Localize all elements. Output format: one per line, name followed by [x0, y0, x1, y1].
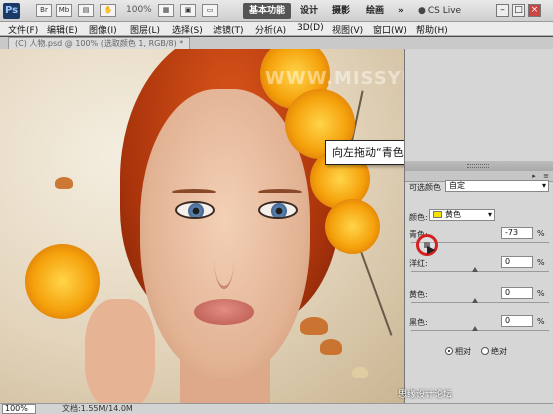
status-bar: 100% 文档:1.55M/14.0M	[0, 403, 553, 414]
colors-label: 颜色:	[409, 213, 428, 222]
photoshop-logo: Ps	[3, 3, 20, 19]
rose-flower	[25, 244, 100, 319]
black-slider-thumb[interactable]	[472, 326, 478, 331]
left-iris	[188, 203, 204, 217]
magenta-value-input[interactable]: 0	[501, 256, 533, 268]
preset-label: 可选颜色	[409, 183, 441, 192]
menu-filter[interactable]: 滤镜(T)	[213, 23, 244, 36]
black-percent: %	[537, 317, 545, 326]
right-eyebrow	[258, 189, 302, 195]
watermark: WWW.MISSYUAN.NET	[265, 68, 404, 89]
magenta-slider-thumb[interactable]	[472, 267, 478, 272]
butterfly	[352, 367, 368, 378]
menu-window[interactable]: 窗口(W)	[373, 23, 407, 36]
workspace-painting[interactable]: 绘画	[360, 3, 390, 19]
menu-bar: 文件(F) 编辑(E) 图像(I) 图层(L) 选择(S) 滤镜(T) 分析(A…	[0, 22, 553, 36]
arrange-documents-icon[interactable]: ▣	[180, 4, 196, 17]
panel-menu-icon[interactable]: ▸	[529, 172, 539, 180]
mini-bridge-button[interactable]: Mb	[56, 4, 72, 17]
absolute-radio-dot	[481, 347, 489, 355]
lips	[194, 299, 254, 325]
relative-radio[interactable]: 相对	[445, 346, 471, 357]
document-tab[interactable]: (C) 人物.psd @ 100% (选取颜色 1, RGB/8) *	[8, 37, 191, 49]
rose-flower	[325, 199, 380, 254]
butterfly	[55, 177, 73, 189]
right-eye	[258, 201, 298, 219]
image-canvas[interactable]: WWW.MISSYUAN.NET	[0, 49, 404, 403]
left-eye	[175, 201, 215, 219]
magenta-label: 洋红:	[409, 259, 428, 268]
view-extras-icon[interactable]: ▦	[158, 4, 174, 17]
yellow-swatch-icon	[433, 211, 442, 218]
yellow-value-input[interactable]: 0	[501, 287, 533, 299]
menu-layer[interactable]: 图层(L)	[130, 23, 160, 36]
workspace-essentials[interactable]: 基本功能	[243, 3, 292, 19]
status-zoom-input[interactable]: 100%	[2, 404, 36, 414]
workspace-photography[interactable]: 摄影	[326, 3, 356, 19]
magenta-percent: %	[537, 258, 545, 267]
cyan-value-input[interactable]: -73	[501, 227, 533, 239]
colors-value: 黄色	[445, 210, 461, 219]
black-label: 黑色:	[409, 318, 428, 327]
nose	[214, 229, 234, 289]
close-icon[interactable]: ×	[528, 4, 541, 17]
workspace-more[interactable]: »	[392, 3, 410, 19]
menu-edit[interactable]: 编辑(E)	[47, 23, 78, 36]
hand-tool-icon[interactable]: ✋	[100, 4, 116, 17]
menu-select[interactable]: 选择(S)	[172, 23, 203, 36]
cyan-percent: %	[537, 229, 545, 238]
adjustments-panel: ▸ ≡ 可选颜色 自定 颜色: 黄色 青色: -73 % 洋红: 0 % 黄色:…	[404, 49, 553, 403]
extras-menu-icon[interactable]: ▤	[78, 4, 94, 17]
butterfly	[300, 317, 328, 335]
maximize-icon[interactable]: □	[512, 4, 525, 17]
relative-radio-dot	[445, 347, 453, 355]
workspace-design[interactable]: 设计	[294, 3, 324, 19]
zoom-level[interactable]: 100%	[126, 5, 152, 15]
butterfly	[320, 339, 342, 355]
cs-live-button[interactable]: CS Live	[418, 3, 461, 19]
panel-collapse-strip[interactable]	[405, 161, 553, 171]
absolute-radio-label: 绝对	[491, 347, 507, 356]
menu-view[interactable]: 视图(V)	[332, 23, 363, 36]
preset-dropdown[interactable]: 自定	[445, 180, 549, 192]
mouse-pointer-icon: ▶	[427, 243, 436, 256]
menu-3d[interactable]: 3D(D)	[297, 23, 324, 33]
colors-dropdown[interactable]: 黄色	[429, 209, 495, 221]
black-value-input[interactable]: 0	[501, 315, 533, 327]
menu-file[interactable]: 文件(F)	[8, 23, 38, 36]
screen-mode-icon[interactable]: ▭	[202, 4, 218, 17]
menu-image[interactable]: 图像(I)	[89, 23, 117, 36]
yellow-label: 黄色:	[409, 290, 428, 299]
document-tab-bar: (C) 人物.psd @ 100% (选取颜色 1, RGB/8) *	[0, 37, 553, 49]
yellow-slider-thumb[interactable]	[472, 298, 478, 303]
minimize-icon[interactable]: –	[496, 4, 509, 17]
grip-icon	[467, 164, 489, 168]
bridge-button[interactable]: Br	[36, 4, 52, 17]
menu-help[interactable]: 帮助(H)	[416, 23, 448, 36]
right-iris	[271, 203, 287, 217]
black-slider-track[interactable]	[411, 330, 549, 331]
magenta-slider-track[interactable]	[411, 271, 549, 272]
relative-radio-label: 相对	[455, 347, 471, 356]
menu-analysis[interactable]: 分析(A)	[255, 23, 286, 36]
absolute-radio[interactable]: 绝对	[481, 346, 507, 357]
hand	[85, 299, 155, 403]
panel-options-icon[interactable]: ≡	[541, 172, 551, 180]
application-bar: Ps Br Mb ▤ ✋ 100% ▦ ▣ ▭ 基本功能 设计 摄影 绘画 » …	[0, 0, 553, 22]
site-watermark: 思缘设计论坛	[398, 390, 453, 400]
yellow-percent: %	[537, 289, 545, 298]
yellow-slider-track[interactable]	[411, 302, 549, 303]
document-size: 文档:1.55M/14.0M	[62, 404, 133, 413]
left-eyebrow	[172, 189, 216, 195]
